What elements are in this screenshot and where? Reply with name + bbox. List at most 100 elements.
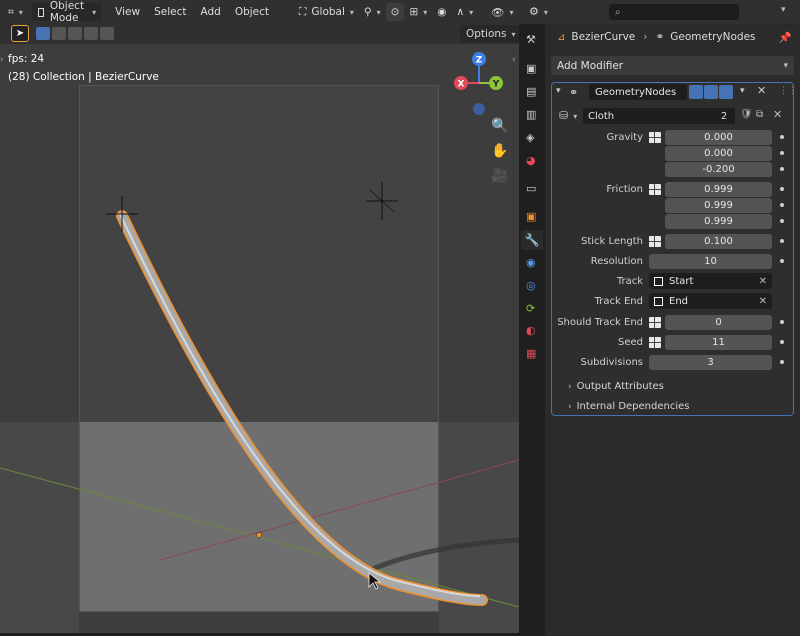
track-end-label: Track End (594, 295, 643, 307)
view-layer-tab-icon[interactable]: ▥ (526, 108, 536, 121)
viewport-display-toggle-icon[interactable] (704, 85, 718, 99)
track-end-object-field[interactable]: End ✕ (649, 293, 772, 309)
editor-type-icon[interactable]: ⌗ ▾ (0, 3, 28, 21)
output-attributes-subpanel[interactable]: › Output Attributes (568, 381, 664, 392)
visibility-icon[interactable]: 👁 ▾ (486, 3, 518, 21)
node-group-field[interactable]: Cloth (583, 108, 713, 124)
seed-row: Seed 11 (551, 334, 784, 350)
breadcrumb: ⊿ BezierCurve › ⚭ GeometryNodes 📌 (545, 26, 800, 48)
gravity-y-field[interactable]: 0.000 (665, 145, 772, 161)
sidebar-toggle-icon[interactable]: ‹ (512, 55, 516, 65)
transform-orientation-dropdown[interactable]: ⛶ Global ▾ (294, 3, 359, 21)
gravity-x-field[interactable]: 0.000 (665, 129, 772, 145)
snap-target-icon[interactable]: ⊞ ▾ (404, 3, 432, 21)
proportional-edit-icon[interactable]: ◉ (432, 3, 451, 21)
modifier-name-field[interactable]: GeometryNodes (589, 84, 687, 100)
3d-viewport[interactable]: fps: 24 (28) Collection | BezierCurve Z … (0, 0, 519, 633)
object-tab-icon[interactable]: ▣ (526, 210, 536, 223)
gravity-label: Gravity (606, 131, 643, 143)
node-tree-icon[interactable]: ⛁ ▾ (559, 109, 577, 122)
keyframe-dot[interactable] (780, 135, 784, 139)
render-tab-icon[interactable]: ▣ (526, 62, 536, 75)
duplicate-icon[interactable]: ⧉ (756, 109, 763, 120)
keyframe-dot[interactable] (780, 259, 784, 263)
keyframe-dot[interactable] (780, 167, 784, 171)
keyframe-dot[interactable] (780, 340, 784, 344)
keyframe-dot[interactable] (780, 320, 784, 324)
menu-view[interactable]: View (108, 6, 147, 18)
drag-handle-icon[interactable]: ⋮⋮ (779, 86, 797, 96)
select-extend-icon[interactable] (52, 27, 66, 40)
texture-tab-icon[interactable]: ▦ (526, 347, 536, 360)
keyframe-dot[interactable] (780, 203, 784, 207)
should-track-end-field[interactable]: 0 (665, 314, 772, 330)
stick-length-field[interactable]: 0.100 (665, 233, 772, 249)
track-end-row: Track End End ✕ (551, 293, 772, 309)
keyframe-dot[interactable] (780, 219, 784, 223)
tool-tab-icon[interactable]: ⚒ (526, 33, 536, 46)
friction-x-field[interactable]: 0.999 (665, 181, 772, 197)
unlink-icon[interactable]: ✕ (773, 108, 782, 121)
menu-select[interactable]: Select (147, 6, 193, 18)
pan-hand-icon[interactable]: ✋ (491, 143, 508, 159)
menu-object[interactable]: Object (228, 6, 276, 18)
falloff-icon[interactable]: ∧ ▾ (451, 3, 478, 21)
physics-tab-icon[interactable]: ◎ (526, 279, 536, 292)
clear-icon[interactable]: ✕ (759, 276, 767, 287)
modifier-dropdown-icon[interactable]: ▾ (740, 86, 745, 96)
keyframe-dot[interactable] (780, 187, 784, 191)
modifier-tab-icon[interactable]: 🔧 (521, 230, 543, 250)
attribute-toggle-icon[interactable] (649, 183, 661, 195)
properties-editor-type-icon[interactable]: ⚙ ▾ (529, 5, 548, 18)
add-modifier-button[interactable]: Add Modifier ▾ (551, 56, 794, 75)
seed-field[interactable]: 11 (665, 334, 772, 350)
resolution-field[interactable]: 10 (649, 253, 772, 269)
attribute-toggle-icon[interactable] (649, 336, 661, 348)
toolbar-toggle-icon[interactable]: › (0, 55, 4, 65)
navigation-gizmo[interactable]: Z Y X (452, 50, 507, 120)
track-object-field[interactable]: Start ✕ (649, 273, 772, 289)
render-toggle-icon[interactable] (719, 85, 733, 99)
subdivisions-field[interactable]: 3 (649, 354, 772, 370)
keyframe-dot[interactable] (780, 360, 784, 364)
select-intersect-icon[interactable] (100, 27, 114, 40)
constraints-tab-icon[interactable]: ⟳ (526, 302, 535, 315)
pivot-icon[interactable]: ⚲ ▾ (359, 3, 386, 21)
mode-dropdown[interactable]: Object Mode ▾ (31, 0, 103, 24)
output-tab-icon[interactable]: ▤ (526, 85, 536, 98)
friction-y-field[interactable]: 0.999 (665, 197, 772, 213)
keyframe-dot[interactable] (780, 151, 784, 155)
select-tool-icon[interactable]: ➤ (11, 25, 29, 42)
scene-tab-icon[interactable]: ◈ (526, 131, 534, 144)
friction-z-field[interactable]: 0.999 (665, 213, 772, 229)
camera-view-icon[interactable]: 🎥 (491, 168, 508, 184)
select-invert-icon[interactable] (84, 27, 98, 40)
attribute-toggle-icon[interactable] (649, 235, 661, 247)
properties-options-icon[interactable]: ▾ (781, 5, 786, 15)
select-subtract-icon[interactable] (68, 27, 82, 40)
gizmo-z-label: Z (476, 56, 483, 66)
edit-mode-toggle-icon[interactable] (689, 85, 703, 99)
internal-dependencies-subpanel[interactable]: › Internal Dependencies (568, 401, 690, 412)
particles-tab-icon[interactable]: ◉ (526, 256, 536, 269)
select-new-icon[interactable] (36, 27, 50, 40)
gravity-z-field[interactable]: -0.200 (665, 161, 772, 177)
keyframe-dot[interactable] (780, 239, 784, 243)
world-tab-icon[interactable]: ◕ (526, 154, 536, 167)
material-tab-icon[interactable]: ◐ (526, 324, 536, 337)
close-icon[interactable]: ✕ (757, 84, 766, 97)
pin-icon[interactable]: 📌 (779, 31, 792, 44)
snap-icon[interactable]: ⊙ (385, 3, 405, 21)
attribute-toggle-icon[interactable] (649, 131, 661, 143)
zoom-icon[interactable]: 🔍 (491, 118, 508, 134)
collection-readout: (28) Collection | BezierCurve (8, 71, 159, 83)
attribute-toggle-icon[interactable] (649, 316, 661, 328)
collapse-chevron-icon[interactable]: ▾ (556, 86, 561, 96)
node-group-users-count[interactable]: 2 (713, 108, 735, 124)
clear-icon[interactable]: ✕ (759, 296, 767, 307)
collection-tab-icon[interactable]: ▭ (526, 182, 536, 195)
fake-user-icon[interactable]: 🛡 (740, 109, 753, 120)
properties-search-input[interactable]: ⌕ (609, 4, 739, 20)
menu-add[interactable]: Add (193, 6, 227, 18)
options-dropdown[interactable]: Options ▾ (460, 25, 522, 43)
